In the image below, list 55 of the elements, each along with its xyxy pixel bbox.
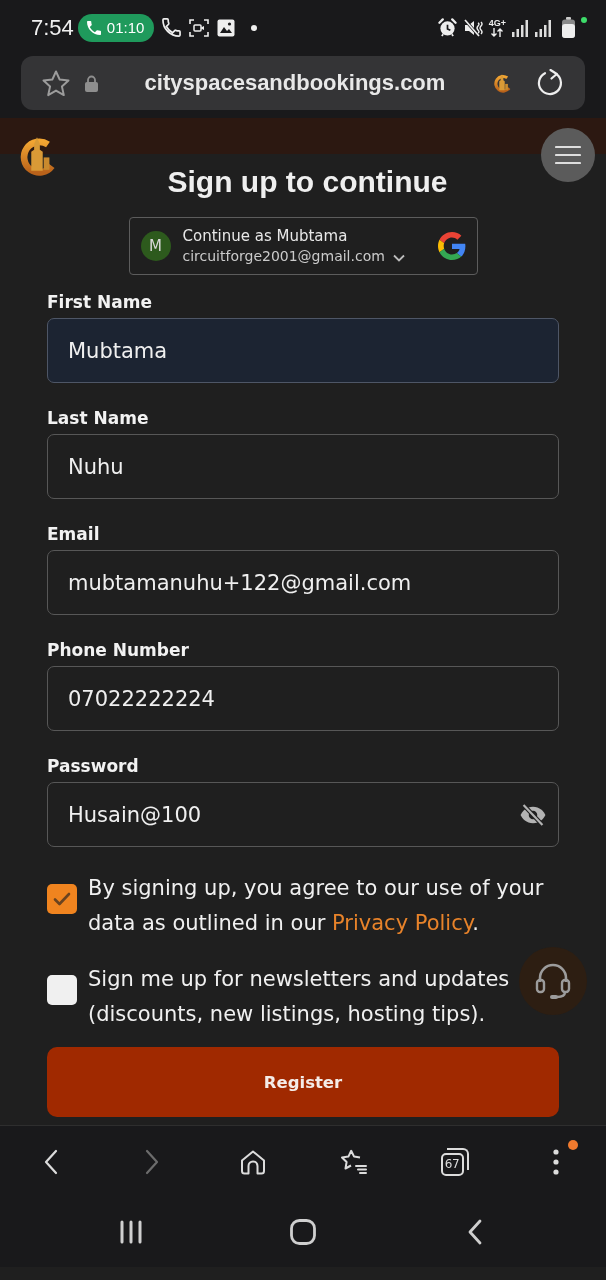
alarm-icon [437,18,457,37]
bookmarks-icon[interactable] [339,1148,368,1175]
phone-icon [86,20,101,35]
signal-icon [512,18,529,37]
privacy-policy-link[interactable]: Privacy Policy [332,911,473,935]
back-icon[interactable] [43,1148,58,1175]
phone-icon [162,18,182,37]
consent-text: Sign me up for newsletters and updates (discounts, new listings, hosting tips). [88,967,510,1026]
field-label: Phone Number [47,639,190,661]
battery-icon [562,17,575,38]
register-button[interactable]: Register [47,1047,559,1117]
lock-icon [85,74,98,92]
menu-icon [555,145,581,165]
input-field[interactable]: Mubtama [47,318,559,383]
screen-record-icon [189,18,210,37]
check-icon [53,892,71,906]
input-field[interactable]: Nuhu [47,434,559,499]
site-logo-icon [492,72,512,94]
password-field[interactable]: Husain@100 [47,782,559,847]
chevron-down-icon [392,254,405,262]
signal-icon [535,18,552,37]
checkbox[interactable] [47,884,77,914]
checkbox[interactable] [47,975,77,1005]
input-field[interactable]: mubtamanuhu+122@gmail.com [47,550,559,615]
clock-time: 7:54 [31,14,74,41]
field-label: Email [47,523,101,545]
address-bar[interactable]: cityspacesandbookings.com [21,56,585,110]
consent-text: By signing up, you agree to our use of your data as outlined in our Privacy Policy. [88,876,544,935]
page-title: Sign up to continue [166,164,449,200]
headset-icon [535,962,571,1000]
field-label: Password [47,755,140,777]
account-email-text: circuitforge2001@gmail.com [182,247,385,266]
mute-icon [462,17,483,38]
home-icon[interactable] [239,1148,266,1175]
account-name-text: Continue as Mubtama [182,226,349,246]
more-icon[interactable] [552,1148,559,1175]
recents-icon[interactable] [119,1220,143,1244]
account-chip[interactable]: M Continue as Mubtama circuitforge2001@gmail.com [128,217,478,275]
call-indicator[interactable]: 01:10 [77,13,155,42]
eye-slash-icon[interactable] [520,803,546,826]
image-icon [217,18,236,37]
back-icon[interactable] [468,1219,482,1245]
field-label: First Name [47,291,153,313]
field-label: Last Name [47,407,150,429]
network-type-label: 4G+ [488,18,506,28]
input-field[interactable]: 07022222224 [47,666,559,731]
dot-icon [251,24,258,31]
reload-icon[interactable] [536,69,564,97]
menu-button[interactable] [541,128,595,182]
status-dot-icon [581,17,587,23]
home-button-icon[interactable] [290,1219,316,1245]
data-arrows-icon [490,27,505,37]
avatar: M [140,231,171,261]
google-icon [437,232,466,260]
star-icon[interactable] [42,69,70,97]
